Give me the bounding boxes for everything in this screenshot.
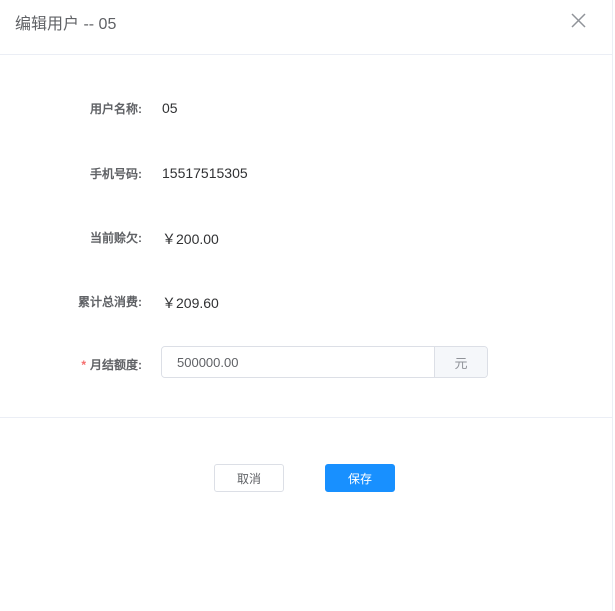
required-mark: * <box>81 358 86 372</box>
save-button[interactable]: 保存 <box>325 464 395 492</box>
username-label: 用户名称: <box>90 102 142 116</box>
debt-value: ￥200.00 <box>162 231 219 247</box>
footer-divider <box>0 417 612 418</box>
cancel-button[interactable]: 取消 <box>214 464 284 492</box>
unit-addon: 元 <box>434 347 487 377</box>
debt-label: 当前赊欠: <box>90 231 142 245</box>
total-consumption-value: ￥209.60 <box>162 295 219 311</box>
monthly-limit-field: 元 <box>161 346 488 378</box>
username-value: 05 <box>162 100 178 116</box>
close-icon[interactable] <box>571 13 586 28</box>
monthly-limit-input[interactable] <box>162 347 434 377</box>
monthly-limit-label: * 月结额度: <box>81 356 142 373</box>
header-divider <box>0 54 612 55</box>
monthly-limit-label-text: 月结额度: <box>90 358 142 372</box>
phone-value: 15517515305 <box>162 165 248 181</box>
edit-user-dialog: 编辑用户 -- 05 用户名称: 05 手机号码: 15517515305 当前… <box>0 0 613 611</box>
phone-label: 手机号码: <box>90 167 142 181</box>
dialog-title: 编辑用户 -- 05 <box>15 16 117 33</box>
total-consumption-label: 累计总消费: <box>78 295 142 309</box>
